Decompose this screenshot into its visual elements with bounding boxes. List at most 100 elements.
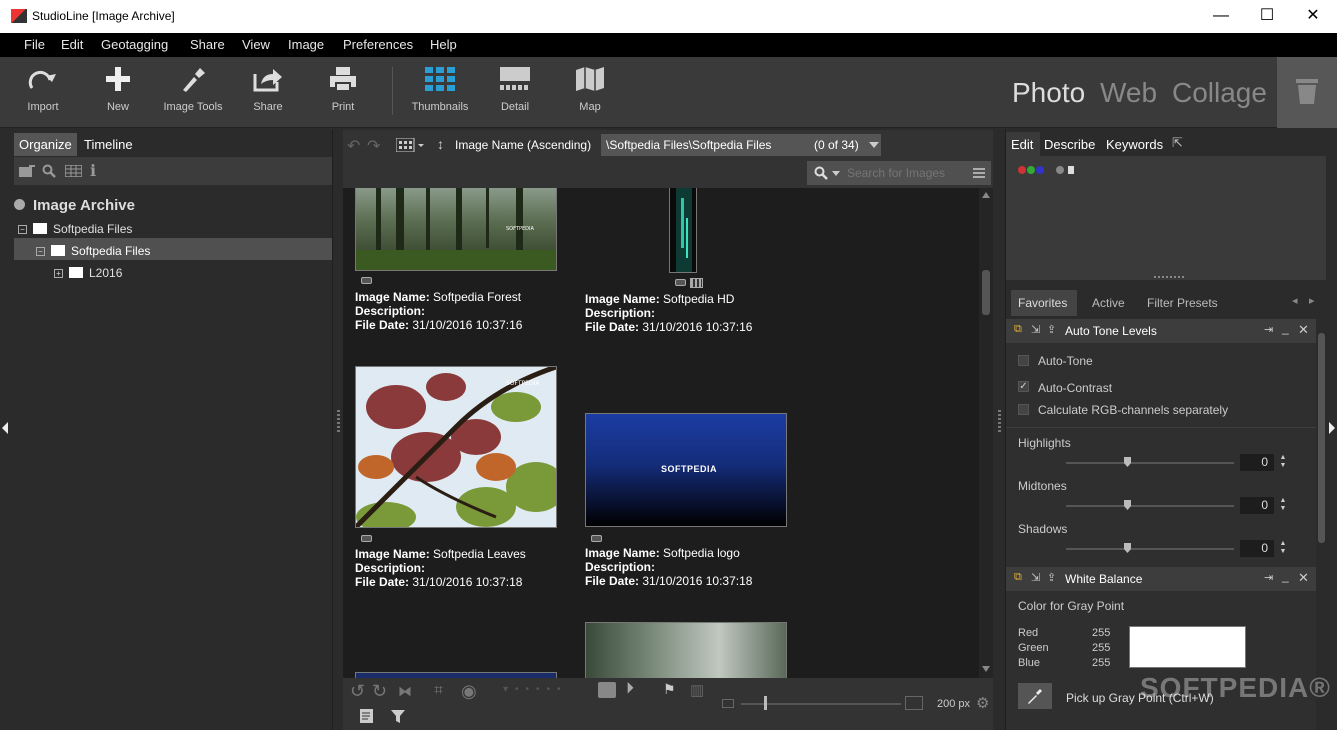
eye-icon[interactable]: ◉ [461,681,477,702]
close-panel-icon[interactable]: ✕ [1298,322,1309,338]
chevron-left-icon[interactable]: ◂ [1292,294,1298,307]
view-options-icon[interactable] [396,138,426,152]
menu-edit[interactable]: Edit [61,37,83,52]
auto-contrast-checkbox[interactable]: ✓ [1018,381,1029,392]
resize-grip[interactable] [1154,276,1184,278]
scroll-thumb[interactable] [982,270,990,315]
highlights-slider-handle[interactable] [1124,457,1131,467]
close-button[interactable]: ✕ [1290,0,1336,33]
filter-icon[interactable] [391,710,405,724]
thumbnail-hd[interactable] [669,188,697,273]
share-button[interactable]: Share [233,57,303,127]
tab-timeline[interactable]: Timeline [79,133,138,156]
pickup-button[interactable] [1018,683,1052,709]
shadows-slider[interactable] [1066,548,1234,550]
detach-icon[interactable]: ⇱ [1172,135,1183,151]
tree-root[interactable]: Image Archive [14,197,135,214]
close-panel-icon[interactable]: ✕ [1298,570,1309,586]
image-tools-button[interactable]: Image Tools [158,57,228,127]
collapse-icon[interactable]: − [18,225,27,234]
search-icon[interactable] [42,164,56,178]
minimize-panel-icon[interactable]: _ [1282,321,1289,335]
flip-icon[interactable]: ⧓ [398,683,412,700]
rgb-channels-icon[interactable] [1018,164,1078,176]
highlights-slider[interactable] [1066,462,1234,464]
info-icon[interactable]: i [90,161,96,180]
flag-icon[interactable]: ⚑ [663,681,676,698]
filter-enable-icon[interactable]: ⧉ [1014,323,1022,336]
auto-tone-checkbox[interactable] [1018,355,1029,366]
tab-edit[interactable]: Edit [1011,137,1033,152]
menu-file[interactable]: File [24,37,45,52]
right-scrollbar[interactable] [1317,319,1326,730]
table-icon[interactable] [65,165,82,177]
trash-button[interactable] [1277,57,1337,128]
midtones-spinner[interactable]: ▲ ▼ [1278,497,1288,514]
right-splitter[interactable] [993,130,1006,730]
thumbnail-leaves[interactable]: SOFTPEDIA [355,366,557,528]
export-icon[interactable]: ⇪ [1047,571,1056,584]
shadows-slider-handle[interactable] [1124,543,1131,553]
subtab-favorites[interactable]: Favorites [1018,296,1067,310]
subtab-filter-presets[interactable]: Filter Presets [1147,296,1218,310]
menu-geotagging[interactable]: Geotagging [101,37,168,52]
menu-share[interactable]: Share [190,37,225,52]
sort-label[interactable]: Image Name (Ascending) [455,138,591,152]
menu-view[interactable]: View [242,37,270,52]
path-dropdown[interactable]: \Softpedia Files\Softpedia Files (0 of 3… [601,134,881,156]
menu-help[interactable]: Help [430,37,457,52]
tree-item-selected[interactable]: − Softpedia Files [36,244,150,258]
map-button[interactable]: Map [555,57,625,127]
rgb-separate-checkbox[interactable] [1018,404,1029,415]
delete-icon[interactable]: ▥ [690,681,704,699]
right-scroll-thumb[interactable] [1318,333,1325,543]
collapse-left-arrow-icon[interactable] [2,422,8,434]
zoom-preview-icon[interactable] [598,682,616,698]
mode-photo[interactable]: Photo [1012,77,1085,109]
play-icon[interactable]: ⏵ [626,680,634,698]
sort-icon[interactable]: ↕ [437,136,444,152]
highlights-spinner[interactable]: ▲ ▼ [1278,454,1288,471]
auto-tone-header[interactable]: ⧉ ⇲ ⇪ Auto Tone Levels ⇥ _ ✕ [1006,319,1316,343]
reset-icon[interactable]: ⇲ [1031,571,1040,584]
rotate-right-icon[interactable]: ↻ [372,681,387,702]
highlights-value[interactable]: 0 [1240,454,1274,471]
thumbnails-button[interactable]: Thumbnails [405,57,475,127]
filter-enable-icon[interactable]: ⧉ [1014,571,1022,584]
expand-icon[interactable]: + [54,269,63,278]
detail-button[interactable]: Detail [480,57,550,127]
mode-collage[interactable]: Collage [1172,77,1267,109]
new-button[interactable]: New [83,57,153,127]
collapse-right-arrow-icon[interactable] [1329,422,1335,434]
undock-icon[interactable]: ⇥ [1264,323,1273,336]
scroll-up-icon[interactable] [982,192,990,198]
subtab-active[interactable]: Active [1092,296,1125,310]
crop-icon[interactable]: ⌗ [434,682,443,700]
thumbnail-logo[interactable]: SOFTPEDIA [585,413,787,527]
export-icon[interactable]: ⇪ [1047,323,1056,336]
midtones-slider-handle[interactable] [1124,500,1131,510]
scroll-down-icon[interactable] [982,666,990,672]
minimize-panel-icon[interactable]: _ [1282,569,1289,583]
collapse-icon[interactable]: − [36,247,45,256]
menu-icon[interactable] [973,168,985,178]
reset-icon[interactable]: ⇲ [1031,323,1040,336]
new-folder-icon[interactable] [19,165,35,178]
search-input[interactable] [847,164,967,182]
white-balance-header[interactable]: ⧉ ⇲ ⇪ White Balance ⇥ _ ✕ [1006,567,1316,591]
gray-point-swatch[interactable] [1129,626,1246,668]
rotate-left-icon[interactable]: ↺ [350,681,365,702]
tab-organize[interactable]: Organize [14,133,77,156]
midtones-value[interactable]: 0 [1240,497,1274,514]
chevron-right-icon[interactable]: ▸ [1309,294,1315,307]
undock-icon[interactable]: ⇥ [1264,571,1273,584]
scrollbar[interactable] [979,188,993,678]
shadows-spinner[interactable]: ▲ ▼ [1278,540,1288,557]
print-button[interactable]: Print [308,57,378,127]
back-arrow-icon[interactable]: ↶ [347,136,360,156]
edit-list-icon[interactable] [360,709,376,723]
tab-keywords[interactable]: Keywords [1106,137,1163,152]
settings-gear-icon[interactable]: ⚙ [976,694,989,712]
maximize-button[interactable]: ☐ [1244,0,1290,33]
import-button[interactable]: Import [8,57,78,127]
